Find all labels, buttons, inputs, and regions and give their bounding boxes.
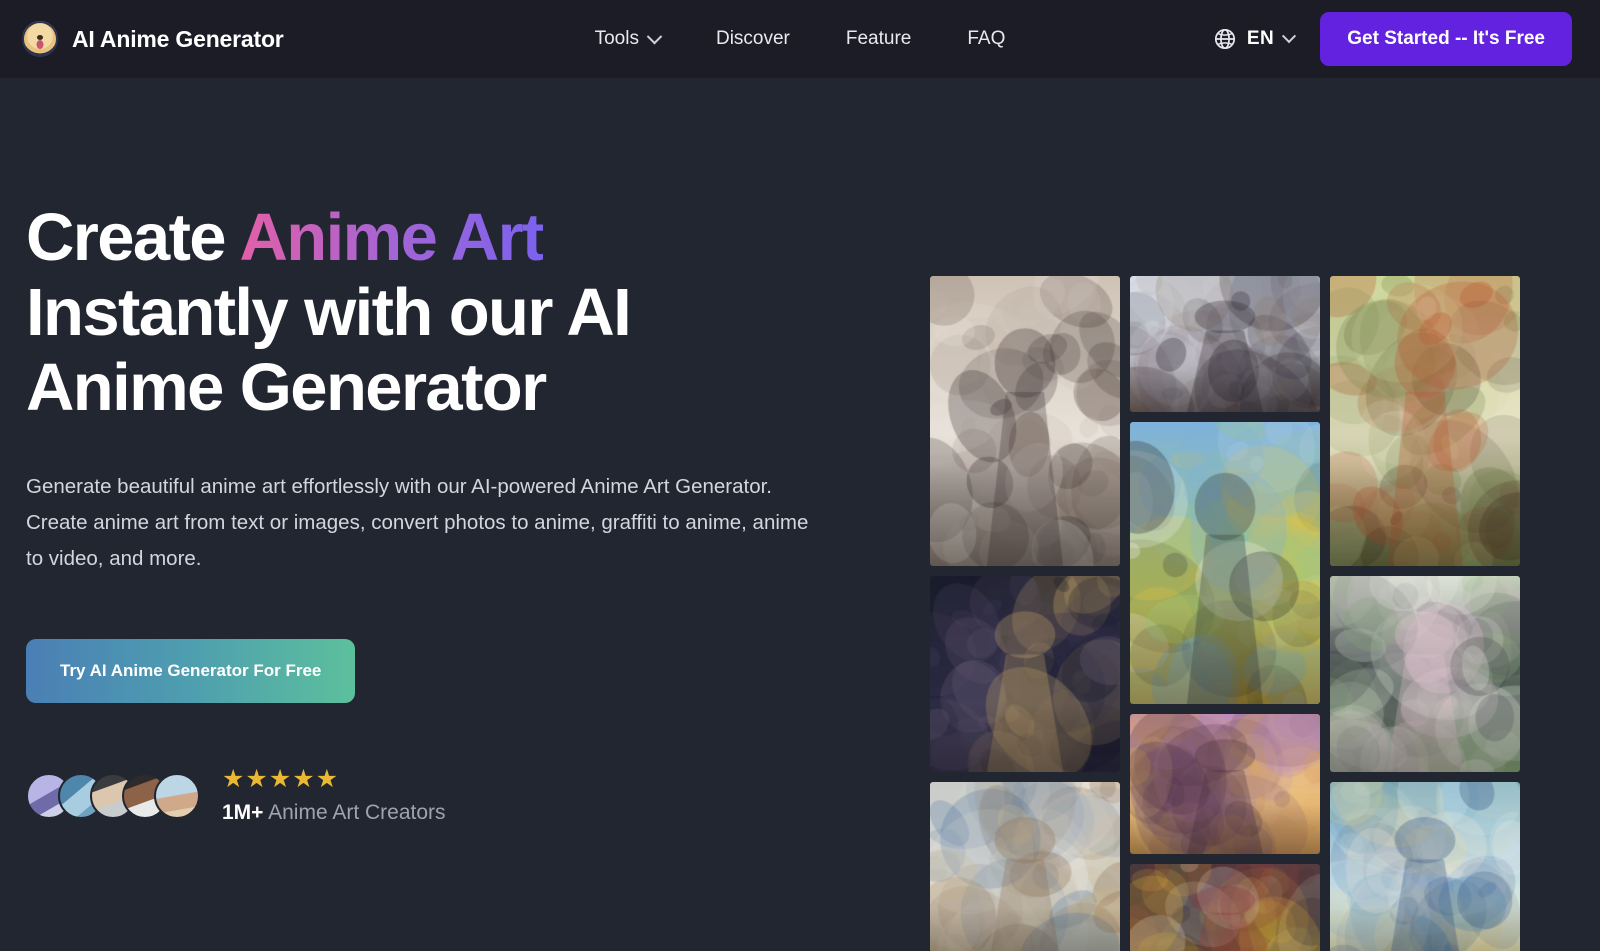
hero-subtitle: Generate beautiful anime art effortlessl… [26, 475, 809, 570]
creators-count-label: Anime Art Creators [268, 801, 446, 824]
header-actions: EN Get Started -- It's Free [1213, 12, 1572, 66]
nav-item-discover[interactable]: Discover [688, 28, 818, 50]
gallery-image[interactable] [930, 276, 1120, 566]
language-selector[interactable]: EN [1213, 27, 1297, 51]
nav-item-tools[interactable]: Tools [567, 28, 688, 50]
gallery-image[interactable] [1330, 782, 1520, 951]
language-label: EN [1246, 28, 1275, 49]
gallery-image[interactable] [1130, 714, 1320, 854]
try-generator-button[interactable]: Try AI Anime Generator For Free [26, 639, 356, 703]
nav-item-label: Feature [845, 28, 912, 49]
dog-face-icon [22, 21, 58, 57]
headline-plain-2: Instantly with our AI Anime Generator [26, 275, 632, 425]
star-rating: ★★★★★ [222, 765, 340, 793]
avatar [154, 773, 200, 819]
headline-gradient: Anime Art [239, 200, 545, 275]
gallery-column [930, 276, 1120, 951]
gallery-column [1330, 276, 1520, 951]
gallery-column [1130, 276, 1320, 951]
nav-item-label: Discover [715, 28, 790, 49]
site-header: AI Anime Generator Tools Discover Featur… [0, 0, 1600, 78]
gallery-image[interactable] [1130, 422, 1320, 704]
gallery-image[interactable] [1330, 576, 1520, 772]
page-title: Create Anime Art Instantly with our AI An… [26, 200, 786, 425]
gallery-image[interactable] [1330, 276, 1520, 566]
nav-item-label: Tools [594, 28, 639, 49]
get-started-button[interactable]: Get Started -- It's Free [1320, 12, 1572, 66]
rating-block: ★★★★★ 1M+ Anime Art Creators [222, 767, 446, 825]
nav-item-feature[interactable]: Feature [818, 28, 939, 50]
gallery-image[interactable] [930, 576, 1120, 772]
hero-section: Create Anime Art Instantly with our AI An… [0, 78, 1600, 951]
avatar-group [26, 773, 200, 819]
chevron-down-icon [646, 28, 663, 44]
globe-icon [1214, 28, 1235, 50]
nav-item-faq[interactable]: FAQ [939, 28, 1033, 50]
social-proof: ★★★★★ 1M+ Anime Art Creators [26, 767, 930, 825]
creators-count: 1M+ Anime Art Creators [222, 801, 446, 825]
gallery-image[interactable] [1130, 276, 1320, 412]
brand-name: AI Anime Generator [72, 25, 284, 52]
chevron-down-icon [1282, 29, 1297, 44]
brand-logo-link[interactable]: AI Anime Generator [22, 21, 284, 57]
gallery-image[interactable] [930, 782, 1120, 951]
nav-item-label: FAQ [967, 28, 1006, 49]
showcase-gallery [930, 276, 1522, 951]
headline-plain-1: Create [26, 200, 240, 275]
gallery-image[interactable] [1130, 864, 1320, 951]
hero-copy: Create Anime Art Instantly with our AI An… [0, 78, 930, 951]
creators-count-number: 1M+ [222, 801, 264, 824]
